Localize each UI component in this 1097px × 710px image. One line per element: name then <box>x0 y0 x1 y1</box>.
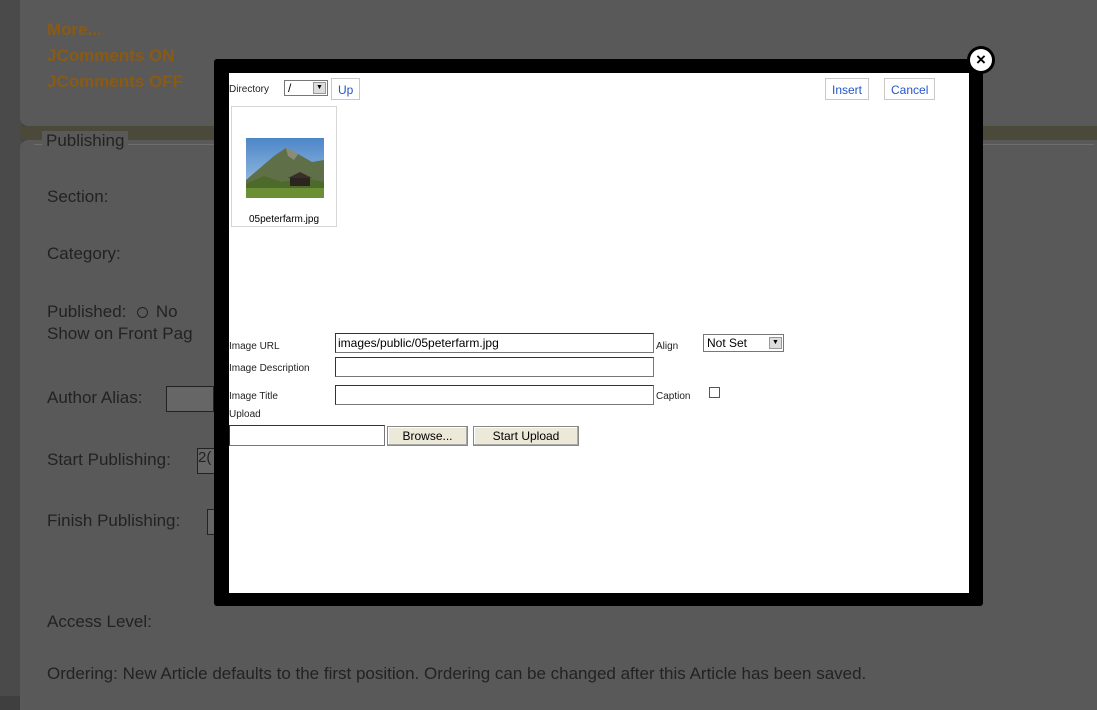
publishing-legend: Publishing <box>42 131 129 151</box>
ordering-note: Ordering: New Article defaults to the fi… <box>47 664 867 683</box>
caption-checkbox[interactable] <box>709 387 720 398</box>
show-front-label: Show on Front Pag <box>47 324 193 343</box>
start-publishing-label: Start Publishing: <box>47 450 171 469</box>
image-url-input[interactable]: images/public/05peterfarm.jpg <box>335 333 654 353</box>
author-alias-label: Author Alias: <box>47 388 143 407</box>
align-label: Align <box>656 341 679 352</box>
category-label: Category: <box>47 244 121 263</box>
chevron-down-icon: ▼ <box>769 337 782 349</box>
more-link[interactable]: More... <box>47 20 102 40</box>
section-label: Section: <box>47 187 109 206</box>
image-description-label: Image Description <box>229 363 310 374</box>
published-label: Published: <box>47 302 127 321</box>
published-row: Published: No <box>47 302 178 322</box>
image-title-label: Image Title <box>229 391 278 402</box>
align-select[interactable]: Not Set ▼ <box>703 334 784 352</box>
cancel-button[interactable]: Cancel <box>884 78 936 100</box>
insert-button[interactable]: Insert <box>825 78 870 100</box>
finish-publishing-label: Finish Publishing: <box>47 511 181 530</box>
jcomments-off-link[interactable]: JComments OFF <box>47 72 183 92</box>
close-x-glyph: × <box>970 49 992 71</box>
close-icon[interactable]: × <box>967 46 995 74</box>
directory-select[interactable]: / ▼ <box>284 80 328 96</box>
image-title-input[interactable] <box>335 385 654 405</box>
thumbnail-filename: 05peterfarm.jpg <box>248 214 320 225</box>
left-edge <box>0 0 22 696</box>
upload-file-input[interactable] <box>229 425 385 446</box>
up-button[interactable]: Up <box>331 78 361 100</box>
chevron-down-icon: ▼ <box>313 82 326 94</box>
caption-label: Caption <box>656 391 691 402</box>
image-thumbnail[interactable]: 05peterfarm.jpg <box>231 106 337 227</box>
browse-button[interactable]: Browse... <box>387 426 468 446</box>
image-url-label: Image URL <box>229 341 280 352</box>
published-no-radio[interactable] <box>137 307 149 319</box>
access-level-label: Access Level: <box>47 612 152 631</box>
align-value: Not Set <box>707 336 748 350</box>
author-alias-input[interactable] <box>166 386 214 412</box>
directory-label: Directory <box>229 84 270 95</box>
image-description-input[interactable] <box>335 357 654 377</box>
start-publishing-input[interactable]: 2( <box>197 448 215 474</box>
published-no-label: No <box>155 302 178 321</box>
upload-label: Upload <box>229 409 261 420</box>
start-upload-button[interactable]: Start Upload <box>473 426 579 446</box>
jcomments-on-link[interactable]: JComments ON <box>47 46 175 66</box>
directory-value: / <box>288 81 292 95</box>
thumbnail-photo <box>246 138 324 198</box>
